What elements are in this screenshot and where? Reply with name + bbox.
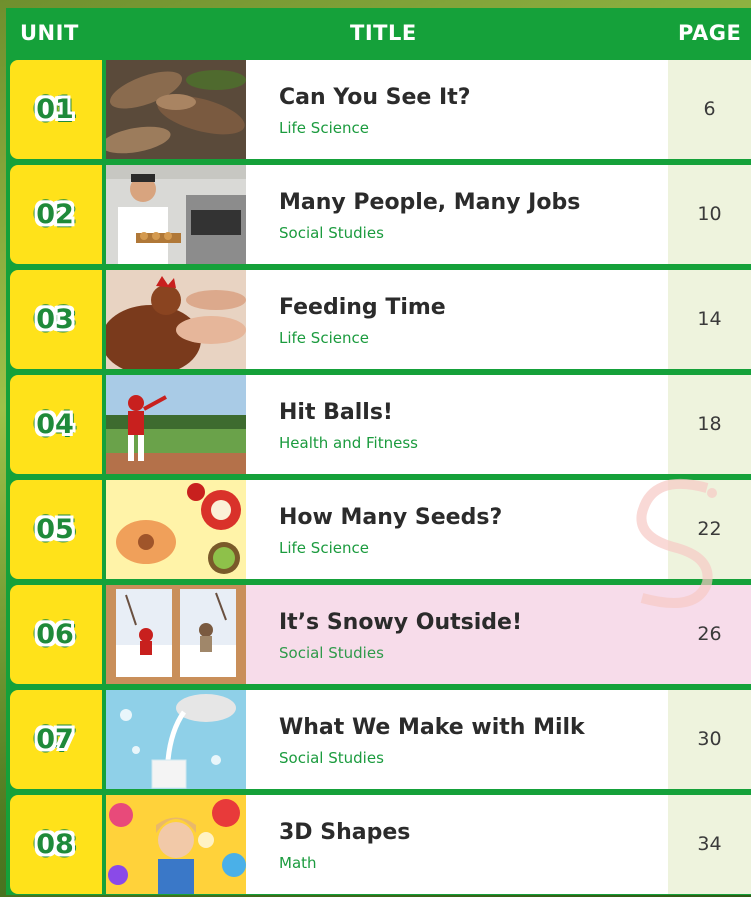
unit-title: Many People, Many Jobs bbox=[279, 190, 581, 215]
unit-subject: Life Science bbox=[279, 119, 369, 137]
table-header: UNIT TITLE PAGE bbox=[6, 8, 751, 60]
unit-subject: Social Studies bbox=[279, 749, 384, 767]
unit-page-number: 34 bbox=[697, 833, 722, 855]
unit-page-number: 14 bbox=[697, 308, 722, 330]
unit-row-03[interactable]: 03 Feeding Time Life Science 14 bbox=[6, 268, 751, 369]
unit-title-cell: How Many Seeds? Life Science bbox=[246, 480, 668, 579]
unit-page-number: 26 bbox=[697, 623, 722, 645]
unit-page-cell: 14 bbox=[668, 270, 751, 369]
unit-number: 07 bbox=[36, 724, 74, 755]
unit-title: 3D Shapes bbox=[279, 820, 411, 845]
unit-page-cell: 18 bbox=[668, 375, 751, 474]
unit-number: 03 bbox=[36, 304, 74, 335]
unit-title-cell: Can You See It? Life Science bbox=[246, 60, 668, 159]
unit-page-number: 22 bbox=[697, 518, 722, 540]
unit-page-number: 18 bbox=[697, 413, 722, 435]
unit-number: 08 bbox=[36, 829, 74, 860]
unit-column-header: UNIT bbox=[20, 21, 79, 45]
unit-thumbnail-lizard bbox=[106, 60, 246, 159]
unit-thumbnail-snowy-window bbox=[106, 585, 246, 684]
unit-title-cell: Hit Balls! Health and Fitness bbox=[246, 375, 668, 474]
unit-page-cell: 30 bbox=[668, 690, 751, 789]
unit-row-05[interactable]: 05 How Many Seeds? Life Science 22 bbox=[6, 478, 751, 579]
unit-number-cell: 08 bbox=[10, 795, 102, 894]
unit-number-cell: 04 bbox=[10, 375, 102, 474]
unit-number-cell: 03 bbox=[10, 270, 102, 369]
unit-title: It’s Snowy Outside! bbox=[279, 610, 522, 635]
unit-page-number: 6 bbox=[703, 98, 716, 120]
unit-thumbnail-milk bbox=[106, 690, 246, 789]
unit-page-cell: 34 bbox=[668, 795, 751, 894]
unit-subject: Life Science bbox=[279, 539, 369, 557]
page-column-header: PAGE bbox=[678, 21, 742, 45]
unit-number-cell: 05 bbox=[10, 480, 102, 579]
unit-title: What We Make with Milk bbox=[279, 715, 585, 740]
unit-title-cell: Many People, Many Jobs Social Studies bbox=[246, 165, 668, 264]
unit-row-06[interactable]: 06 It’s Snowy Outside! Social Studies 26 bbox=[6, 583, 751, 684]
unit-thumbnail-bubbles bbox=[106, 795, 246, 894]
unit-row-01[interactable]: 01 Can You See It? Life Science 6 bbox=[6, 58, 751, 159]
unit-number: 06 bbox=[36, 619, 74, 650]
unit-title-cell: What We Make with Milk Social Studies bbox=[246, 690, 668, 789]
unit-number: 01 bbox=[36, 94, 74, 125]
unit-title: Can You See It? bbox=[279, 85, 471, 110]
title-column-header: TITLE bbox=[350, 21, 417, 45]
unit-title-cell: It’s Snowy Outside! Social Studies bbox=[246, 585, 668, 684]
unit-number-cell: 07 bbox=[10, 690, 102, 789]
unit-page-cell: 22 bbox=[668, 480, 751, 579]
unit-page-number: 30 bbox=[697, 728, 722, 750]
unit-row-07[interactable]: 07 What We Make with Milk Social Studies… bbox=[6, 688, 751, 789]
unit-row-08[interactable]: 08 3D Shapes Math 34 bbox=[6, 793, 751, 894]
unit-title-cell: 3D Shapes Math bbox=[246, 795, 668, 894]
unit-subject: Social Studies bbox=[279, 644, 384, 662]
unit-thumbnail-baker bbox=[106, 165, 246, 264]
unit-number: 02 bbox=[36, 199, 74, 230]
unit-row-04[interactable]: 04 Hit Balls! Health and Fitness 18 bbox=[6, 373, 751, 474]
unit-row-02[interactable]: 02 Many People, Many Jobs Social Studies… bbox=[6, 163, 751, 264]
unit-subject: Math bbox=[279, 854, 317, 872]
unit-page-cell: 26 bbox=[668, 585, 751, 684]
unit-number: 05 bbox=[36, 514, 74, 545]
unit-thumbnail-baseball bbox=[106, 375, 246, 474]
unit-title-cell: Feeding Time Life Science bbox=[246, 270, 668, 369]
unit-number-cell: 02 bbox=[10, 165, 102, 264]
unit-thumbnail-fruits bbox=[106, 480, 246, 579]
unit-subject: Health and Fitness bbox=[279, 434, 418, 452]
unit-title: Feeding Time bbox=[279, 295, 446, 320]
unit-subject: Social Studies bbox=[279, 224, 384, 242]
unit-thumbnail-hen bbox=[106, 270, 246, 369]
unit-title: Hit Balls! bbox=[279, 400, 393, 425]
unit-number: 04 bbox=[36, 409, 74, 440]
unit-subject: Life Science bbox=[279, 329, 369, 347]
unit-page-cell: 10 bbox=[668, 165, 751, 264]
unit-page-cell: 6 bbox=[668, 60, 751, 159]
unit-title: How Many Seeds? bbox=[279, 505, 503, 530]
unit-number-cell: 06 bbox=[10, 585, 102, 684]
unit-page-number: 10 bbox=[697, 203, 722, 225]
unit-number-cell: 01 bbox=[10, 60, 102, 159]
table-of-contents: UNIT TITLE PAGE 01 Can You See It? Life … bbox=[0, 0, 751, 897]
